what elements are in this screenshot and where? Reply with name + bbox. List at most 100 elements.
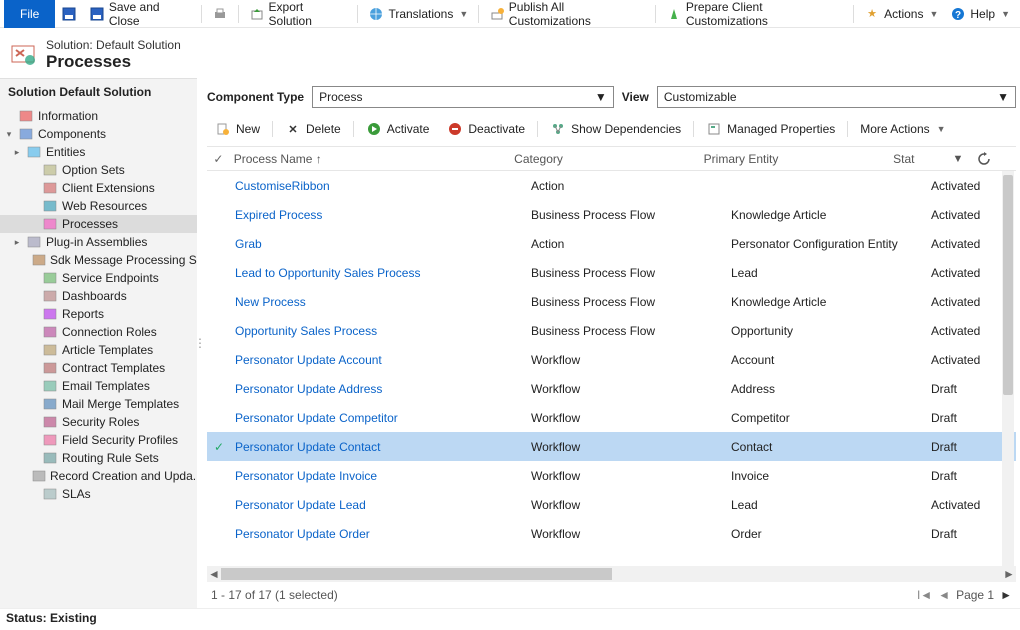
process-link[interactable]: Personator Update Lead <box>235 498 366 512</box>
nav-item-icon <box>26 234 42 250</box>
table-row[interactable]: Expired ProcessBusiness Process FlowKnow… <box>207 200 1016 229</box>
nav-item[interactable]: Reports <box>0 305 197 323</box>
horizontal-scrollbar[interactable]: ◄ ► <box>207 566 1016 582</box>
table-row[interactable]: CustomiseRibbonActionActivated <box>207 171 1016 200</box>
nav-item[interactable]: Processes <box>0 215 197 233</box>
process-link[interactable]: Expired Process <box>235 208 322 222</box>
filter-icon[interactable]: ▼ <box>950 151 966 167</box>
nav-item[interactable]: Service Endpoints <box>0 269 197 287</box>
nav-item[interactable]: Security Roles <box>0 413 197 431</box>
help-icon: ? <box>950 6 966 22</box>
process-link[interactable]: Personator Update Contact <box>235 440 380 454</box>
prepare-client-button[interactable]: Prepare Client Customizations <box>660 0 849 28</box>
expand-icon: ▸ <box>12 237 22 248</box>
save-close-icon <box>89 6 105 22</box>
table-row[interactable]: ✓Personator Update ContactWorkflowContac… <box>207 432 1016 461</box>
expand-icon: ▸ <box>12 147 22 158</box>
managed-properties-button[interactable]: Managed Properties <box>698 118 843 140</box>
activate-button[interactable]: Activate <box>358 118 438 140</box>
save-icon <box>61 6 77 22</box>
process-link[interactable]: Personator Update Address <box>235 382 382 396</box>
first-page-button[interactable]: I◄ <box>917 588 932 602</box>
content-area: Component Type Process▼ View Customizabl… <box>203 78 1020 608</box>
nav-item[interactable]: Connection Roles <box>0 323 197 341</box>
process-link[interactable]: CustomiseRibbon <box>235 179 330 193</box>
table-row[interactable]: Lead to Opportunity Sales Process Busines… <box>207 258 1016 287</box>
cell-entity: Lead <box>731 498 931 512</box>
process-link[interactable]: Grab <box>235 237 262 251</box>
next-page-button[interactable]: ► <box>1000 588 1012 602</box>
prev-page-button[interactable]: ◄ <box>938 588 950 602</box>
save-and-close-button[interactable]: Save and Close <box>83 0 197 28</box>
file-menu[interactable]: File <box>4 0 55 28</box>
help-menu[interactable]: ?Help▼ <box>944 0 1016 28</box>
table-row[interactable]: Personator Update InvoiceWorkflowInvoice… <box>207 461 1016 490</box>
process-link[interactable]: Lead to Opportunity Sales Process <box>235 266 420 280</box>
table-row[interactable]: Opportunity Sales ProcessBusiness Proces… <box>207 316 1016 345</box>
more-actions-button[interactable]: More Actions▼ <box>852 118 953 140</box>
new-button[interactable]: New <box>207 118 268 140</box>
cell-category: Workflow <box>531 469 731 483</box>
chevron-down-icon: ▼ <box>937 124 946 134</box>
nav-item[interactable]: ▾Components <box>0 125 197 143</box>
table-row[interactable]: New ProcessBusiness Process FlowKnowledg… <box>207 287 1016 316</box>
nav-item[interactable]: Contract Templates <box>0 359 197 377</box>
col-header-status[interactable]: Stat <box>893 152 950 166</box>
table-row[interactable]: Personator Update AccountWorkflowAccount… <box>207 345 1016 374</box>
nav-item[interactable]: Routing Rule Sets <box>0 449 197 467</box>
view-select[interactable]: Customizable▼ <box>657 86 1016 108</box>
nav-item[interactable]: Client Extensions <box>0 179 197 197</box>
nav-item[interactable]: Article Templates <box>0 341 197 359</box>
col-header-entity[interactable]: Primary Entity <box>704 152 893 166</box>
dependencies-icon <box>550 121 566 137</box>
delete-icon: ✕ <box>285 121 301 137</box>
vertical-scrollbar[interactable] <box>1002 171 1014 566</box>
scroll-right-icon[interactable]: ► <box>1002 567 1016 581</box>
select-all-checkbox[interactable]: ✓ <box>207 152 230 166</box>
scroll-left-icon[interactable]: ◄ <box>207 567 221 581</box>
save-icon-button[interactable] <box>55 0 83 28</box>
nav-item[interactable]: ▸Plug-in Assemblies <box>0 233 197 251</box>
cell-status: Draft <box>931 527 991 541</box>
nav-item[interactable]: Field Security Profiles <box>0 431 197 449</box>
nav-item[interactable]: Dashboards <box>0 287 197 305</box>
table-row[interactable]: Personator Update OrderWorkflowOrderDraf… <box>207 519 1016 548</box>
col-header-name[interactable]: Process Name ↑ <box>230 152 514 166</box>
nav-item-icon <box>42 198 58 214</box>
nav-item[interactable]: Option Sets <box>0 161 197 179</box>
export-solution-button[interactable]: Export Solution <box>243 0 353 28</box>
nav-item-label: Record Creation and Upda... <box>50 469 197 483</box>
nav-item[interactable]: ▸Entities <box>0 143 197 161</box>
process-link[interactable]: Opportunity Sales Process <box>235 324 377 338</box>
component-type-select[interactable]: Process▼ <box>312 86 614 108</box>
deactivate-button[interactable]: Deactivate <box>439 118 533 140</box>
nav-item[interactable]: Information <box>0 107 197 125</box>
col-header-category[interactable]: Category <box>514 152 703 166</box>
process-link[interactable]: Personator Update Invoice <box>235 469 377 483</box>
refresh-icon[interactable] <box>976 151 992 167</box>
nav-item[interactable]: Sdk Message Processing S... <box>0 251 197 269</box>
translations-button[interactable]: Translations▼ <box>362 0 474 28</box>
table-row[interactable]: GrabActionPersonator Configuration Entit… <box>207 229 1016 258</box>
publish-button[interactable]: Publish All Customizations <box>483 0 651 28</box>
nav-item[interactable]: Email Templates <box>0 377 197 395</box>
actions-menu[interactable]: ★Actions▼ <box>858 0 944 28</box>
show-dependencies-button[interactable]: Show Dependencies <box>542 118 689 140</box>
new-icon <box>215 121 231 137</box>
row-checkbox[interactable]: ✓ <box>207 440 231 454</box>
nav-item[interactable]: SLAs <box>0 485 197 503</box>
nav-item[interactable]: Mail Merge Templates <box>0 395 197 413</box>
print-button[interactable] <box>206 0 234 28</box>
nav-item[interactable]: Record Creation and Upda... <box>0 467 197 485</box>
delete-button[interactable]: ✕Delete <box>277 118 349 140</box>
table-row[interactable]: Personator Update AddressWorkflowAddress… <box>207 374 1016 403</box>
process-link[interactable]: Personator Update Competitor <box>235 411 398 425</box>
nav-item-label: Email Templates <box>62 379 150 393</box>
nav-item[interactable]: Web Resources <box>0 197 197 215</box>
process-link[interactable]: Personator Update Account <box>235 353 382 367</box>
table-row[interactable]: Personator Update LeadWorkflowLeadActiva… <box>207 490 1016 519</box>
process-link[interactable]: New Process <box>235 295 306 309</box>
cell-category: Business Process Flow <box>531 266 731 280</box>
process-link[interactable]: Personator Update Order <box>235 527 370 541</box>
table-row[interactable]: Personator Update CompetitorWorkflowComp… <box>207 403 1016 432</box>
